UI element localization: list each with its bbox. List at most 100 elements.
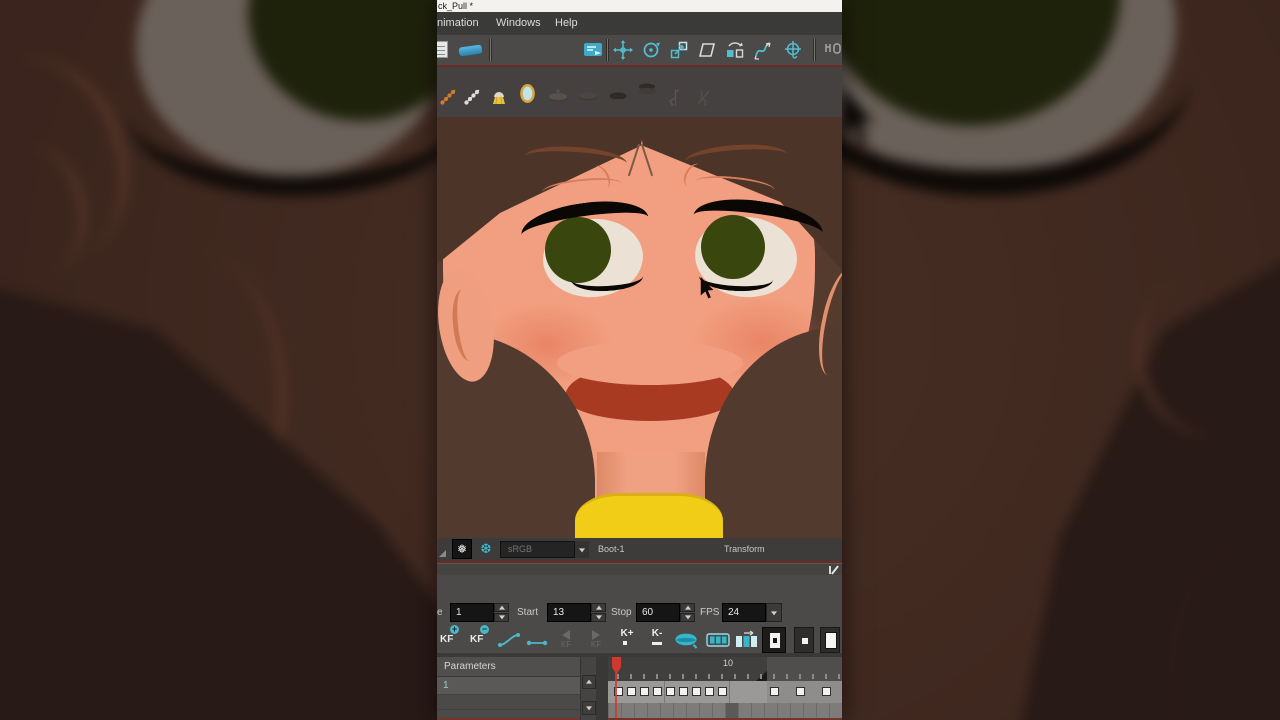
character-upper-lip (557, 341, 743, 385)
next-kf-label: KF (590, 640, 602, 649)
rotate-icon[interactable] (641, 40, 661, 60)
menu-animation[interactable]: nimation (437, 12, 479, 35)
main-toolbar: Default (437, 35, 842, 94)
start-label: Start (517, 607, 539, 618)
keyframe-marker[interactable] (822, 687, 831, 696)
disc-icon-1[interactable] (547, 88, 569, 109)
add-keyframe-button[interactable]: KF + (440, 625, 459, 653)
keyframe-marker[interactable] (692, 687, 701, 696)
keyframe-marker[interactable] (627, 687, 636, 696)
panel-corner-marks (439, 550, 446, 557)
title-bar: ck_Pull * (437, 0, 842, 12)
stop-frame-field[interactable]: 60 (636, 603, 680, 622)
stop-spinner[interactable] (680, 603, 695, 622)
timeline-panel: e 1 Start 13 Stop 60 FPS 24 KF + KF − KF… (437, 575, 842, 720)
render-mode-button[interactable]: ❅ (452, 539, 472, 559)
minus-icon: − (480, 624, 489, 634)
keyframe-marker[interactable] (770, 687, 779, 696)
snowflake-teal-icon: ❆ (480, 541, 492, 556)
cursor-icon (699, 277, 714, 305)
s-curve-icon-2[interactable] (695, 88, 712, 112)
remove-keyframe-button[interactable]: KF − (470, 625, 489, 653)
frame-spinner[interactable] (494, 603, 509, 622)
scroll-up-button[interactable] (582, 675, 596, 689)
disc-icon-4[interactable] (636, 82, 658, 107)
show-all-toggle[interactable] (820, 627, 840, 653)
opengl-mode-button[interactable]: ❆ (476, 539, 496, 559)
remove-exposure-button[interactable]: K- (646, 627, 668, 653)
frame-label: e (437, 607, 443, 618)
playhead-line (615, 657, 617, 718)
squares-icon (622, 641, 632, 663)
lamp-icon[interactable] (490, 88, 508, 111)
kf-remove-label: KF (470, 634, 484, 645)
parameters-header-label: Parameters (444, 661, 496, 672)
current-node-label: Boot-1 (598, 544, 625, 554)
next-triangle-icon (592, 630, 600, 640)
fps-dropdown-arrow[interactable] (766, 603, 782, 622)
keyframe-track[interactable] (608, 681, 842, 703)
parameter-row[interactable]: 1 (437, 677, 580, 695)
panel-divider[interactable] (596, 657, 608, 720)
bone-chain-orange-icon[interactable] (439, 88, 457, 111)
show-data-view-toggle[interactable] (762, 627, 786, 653)
disc-icon-2[interactable] (577, 88, 599, 109)
keyframe-marker[interactable] (653, 687, 662, 696)
keyframe-marker[interactable] (679, 687, 688, 696)
keyframe-marker[interactable] (718, 687, 727, 696)
timeline-top-strip (437, 563, 842, 575)
start-frame-field[interactable]: 13 (547, 603, 591, 622)
menu-bar: nimation Windows Help (437, 12, 842, 35)
scroll-down-button[interactable] (582, 701, 596, 715)
timeline-ruler[interactable]: 10 (608, 657, 842, 681)
kf-add-label: KF (440, 634, 454, 645)
fps-label: FPS (700, 607, 720, 618)
tools-icon[interactable] (822, 40, 842, 60)
translate-icon[interactable] (613, 40, 633, 60)
bar-icon (652, 642, 662, 645)
track-separator (729, 681, 730, 703)
disc-icon-3[interactable] (607, 88, 629, 109)
next-keyframe-button[interactable]: KF (586, 627, 606, 653)
flip-icon[interactable] (725, 40, 745, 60)
k-plus-label: K+ (620, 628, 634, 639)
keyframe-marker[interactable] (705, 687, 714, 696)
pencil-icon[interactable] (831, 565, 839, 575)
camera-view[interactable] (437, 117, 842, 538)
timeline-scrollbar[interactable] (580, 657, 596, 720)
brush-icon[interactable] (458, 44, 483, 57)
color-space-dropdown[interactable]: sRGB (500, 541, 575, 558)
track-separator (664, 681, 665, 703)
keyframe-marker[interactable] (666, 687, 675, 696)
toolbar-separator (606, 39, 609, 61)
start-spinner[interactable] (591, 603, 606, 622)
exposure-track[interactable] (608, 703, 842, 718)
color-space-dropdown-arrow[interactable] (575, 541, 589, 558)
pivot-icon[interactable] (783, 40, 803, 60)
document-icon[interactable] (437, 41, 448, 58)
current-frame-field[interactable]: 1 (450, 603, 494, 622)
character-collar (575, 493, 723, 538)
add-exposure-button[interactable]: K+ (616, 627, 638, 663)
snowflake-white-icon: ❅ (456, 542, 468, 556)
show-grouping-toggle[interactable] (794, 627, 814, 653)
character-left-eye (518, 194, 652, 304)
transport-toolbar: KF + KF − KF KF K+ K- (437, 625, 842, 663)
prev-triangle-icon (562, 630, 570, 640)
bone-chain-white-icon[interactable] (463, 88, 481, 111)
reposition-icon[interactable] (753, 40, 773, 60)
menu-help[interactable]: Help (555, 12, 578, 35)
mirror-icon[interactable] (519, 83, 536, 109)
skew-icon[interactable] (697, 40, 717, 60)
s-curve-icon-1[interactable] (667, 88, 684, 112)
plus-icon: + (450, 624, 459, 634)
keyframe-marker[interactable] (640, 687, 649, 696)
previous-keyframe-button[interactable]: KF (556, 627, 576, 653)
scale-icon[interactable] (669, 40, 689, 60)
prev-kf-label: KF (560, 640, 572, 649)
keyframe-marker[interactable] (796, 687, 805, 696)
workspace-icon[interactable] (583, 40, 603, 60)
menu-windows[interactable]: Windows (496, 12, 541, 35)
fps-field[interactable]: 24 (722, 603, 766, 622)
color-space-value: sRGB (508, 544, 533, 554)
